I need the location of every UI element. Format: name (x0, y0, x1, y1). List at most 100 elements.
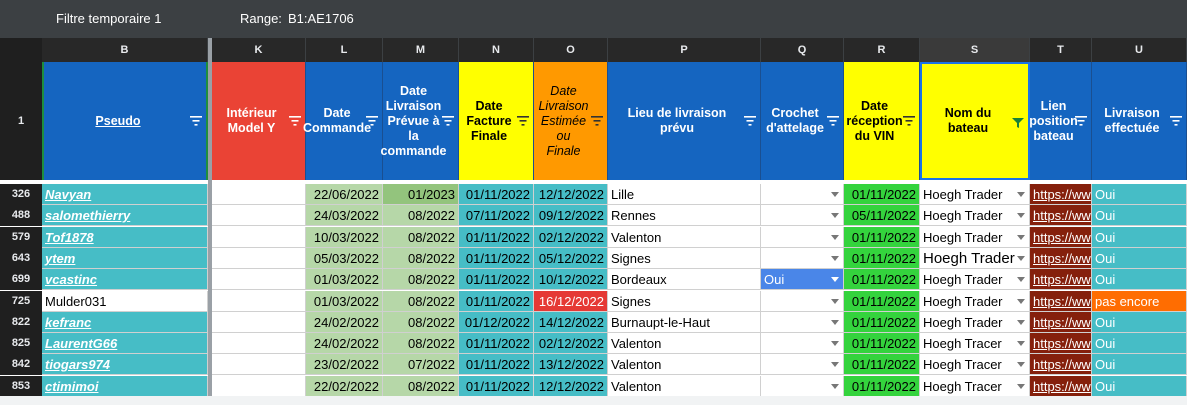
dropdown-arrow-icon[interactable] (1017, 384, 1025, 389)
livraison-cell[interactable]: Oui (1092, 333, 1187, 354)
date-commande-cell[interactable]: 10/03/2022 (306, 227, 383, 248)
livraison-cell[interactable]: Oui (1092, 312, 1187, 333)
pseudo-cell[interactable]: kefranc (42, 312, 208, 333)
bateau-dropdown[interactable]: Hoegh Tracer (920, 354, 1030, 375)
date-commande-cell[interactable]: 22/06/2022 (306, 184, 383, 205)
header-nom-bateau[interactable]: Nom du bateau (920, 62, 1030, 180)
bateau-dropdown[interactable]: Hoegh Trader (920, 291, 1030, 312)
date-estimee-cell[interactable]: 10/12/2022 (534, 269, 608, 290)
dropdown-arrow-icon[interactable] (1017, 362, 1025, 367)
row-number[interactable]: 326 (0, 184, 42, 205)
date-facture-cell[interactable]: 01/11/2022 (459, 333, 534, 354)
column-letter-q[interactable]: Q (761, 38, 844, 62)
dropdown-arrow-icon[interactable] (1017, 299, 1025, 304)
interieur-cell[interactable] (212, 291, 306, 312)
header-date-reception-vin[interactable]: Date réception du VIN (844, 62, 920, 180)
interieur-cell[interactable] (212, 312, 306, 333)
bateau-dropdown[interactable]: Hoegh Trader (920, 269, 1030, 290)
dropdown-arrow-icon[interactable] (1017, 213, 1025, 218)
row-number[interactable]: 853 (0, 376, 42, 397)
date-commande-cell[interactable]: 01/03/2022 (306, 291, 383, 312)
livraison-cell[interactable]: Oui (1092, 354, 1187, 375)
column-letter-k[interactable]: K (212, 38, 306, 62)
pseudo-cell[interactable]: ctimimoi (42, 376, 208, 397)
crochet-dropdown[interactable] (761, 248, 844, 269)
interieur-cell[interactable] (212, 354, 306, 375)
filter-name[interactable]: Filtre temporaire 1 (56, 11, 161, 26)
active-filter-icon[interactable] (1012, 118, 1024, 128)
lien-position-link[interactable]: https://ww (1030, 312, 1092, 333)
livraison-cell[interactable]: Oui (1092, 376, 1187, 397)
filter-icon[interactable] (366, 116, 378, 126)
date-prevue-cell[interactable]: 08/2022 (383, 376, 459, 397)
date-commande-cell[interactable]: 24/02/2022 (306, 333, 383, 354)
crochet-dropdown[interactable] (761, 376, 844, 397)
lieu-cell[interactable]: Valenton (608, 227, 761, 248)
header-crochet-attelage[interactable]: Crochet d'attelage (761, 62, 844, 180)
row-number-1[interactable]: 1 (0, 62, 42, 180)
date-facture-cell[interactable]: 01/11/2022 (459, 248, 534, 269)
livraison-cell[interactable]: Oui (1092, 184, 1187, 205)
crochet-dropdown[interactable] (761, 184, 844, 205)
row-number[interactable]: 579 (0, 227, 42, 248)
range-value[interactable]: B1:AE1706 (288, 11, 354, 26)
dropdown-arrow-icon[interactable] (831, 384, 839, 389)
date-vin-cell[interactable]: 01/11/2022 (844, 354, 920, 375)
header-lieu-livraison[interactable]: Lieu de livraison prévu (608, 62, 761, 180)
filter-icon[interactable] (1170, 116, 1182, 126)
date-prevue-cell[interactable]: 08/2022 (383, 291, 459, 312)
date-prevue-cell[interactable]: 08/2022 (383, 333, 459, 354)
date-prevue-cell[interactable]: 08/2022 (383, 269, 459, 290)
lien-position-link[interactable]: https://ww (1030, 184, 1092, 205)
date-vin-cell[interactable]: 01/11/2022 (844, 269, 920, 290)
date-commande-cell[interactable]: 23/02/2022 (306, 354, 383, 375)
date-vin-cell[interactable]: 01/11/2022 (844, 333, 920, 354)
interieur-cell[interactable] (212, 269, 306, 290)
pseudo-cell[interactable]: vcastinc (42, 269, 208, 290)
filter-icon[interactable] (190, 116, 202, 126)
date-vin-cell[interactable]: 01/11/2022 (844, 376, 920, 397)
lieu-cell[interactable]: Lille (608, 184, 761, 205)
date-estimee-cell[interactable]: 12/12/2022 (534, 184, 608, 205)
lien-position-link[interactable]: https://ww (1030, 333, 1092, 354)
lieu-cell[interactable]: Signes (608, 248, 761, 269)
crochet-dropdown[interactable] (761, 227, 844, 248)
header-interieur[interactable]: Intérieur Model Y (212, 62, 306, 180)
bateau-dropdown[interactable]: Hoegh Trader (920, 184, 1030, 205)
date-facture-cell[interactable]: 01/11/2022 (459, 269, 534, 290)
pseudo-cell[interactable]: Mulder031 (42, 291, 208, 312)
interieur-cell[interactable] (212, 333, 306, 354)
date-vin-cell[interactable]: 01/11/2022 (844, 312, 920, 333)
lieu-cell[interactable]: Burnaupt-le-Haut (608, 312, 761, 333)
date-estimee-cell[interactable]: 12/12/2022 (534, 376, 608, 397)
date-estimee-cell[interactable]: 13/12/2022 (534, 354, 608, 375)
date-vin-cell[interactable]: 01/11/2022 (844, 248, 920, 269)
dropdown-arrow-icon[interactable] (831, 256, 839, 261)
filter-icon[interactable] (744, 116, 756, 126)
column-letter-o[interactable]: O (534, 38, 608, 62)
interieur-cell[interactable] (212, 376, 306, 397)
interieur-cell[interactable] (212, 248, 306, 269)
date-facture-cell[interactable]: 07/11/2022 (459, 205, 534, 226)
filter-icon[interactable] (903, 116, 915, 126)
dropdown-arrow-icon[interactable] (831, 192, 839, 197)
lieu-cell[interactable]: Valenton (608, 376, 761, 397)
date-vin-cell[interactable]: 01/11/2022 (844, 291, 920, 312)
date-prevue-cell[interactable]: 08/2022 (383, 227, 459, 248)
date-facture-cell[interactable]: 01/11/2022 (459, 227, 534, 248)
lieu-cell[interactable]: Valenton (608, 333, 761, 354)
dropdown-arrow-icon[interactable] (1017, 192, 1025, 197)
row-number[interactable]: 699 (0, 269, 42, 290)
column-letter-n[interactable]: N (459, 38, 534, 62)
date-facture-cell[interactable]: 01/11/2022 (459, 291, 534, 312)
date-prevue-cell[interactable]: 01/2023 (383, 184, 459, 205)
filter-icon[interactable] (442, 116, 454, 126)
dropdown-arrow-icon[interactable] (1017, 235, 1025, 240)
crochet-dropdown[interactable]: Oui (761, 269, 844, 290)
filter-icon[interactable] (289, 116, 301, 126)
filter-icon[interactable] (517, 116, 529, 126)
dropdown-arrow-icon[interactable] (831, 299, 839, 304)
crochet-dropdown[interactable] (761, 333, 844, 354)
row-number[interactable]: 825 (0, 333, 42, 354)
column-letter-p[interactable]: P (608, 38, 761, 62)
